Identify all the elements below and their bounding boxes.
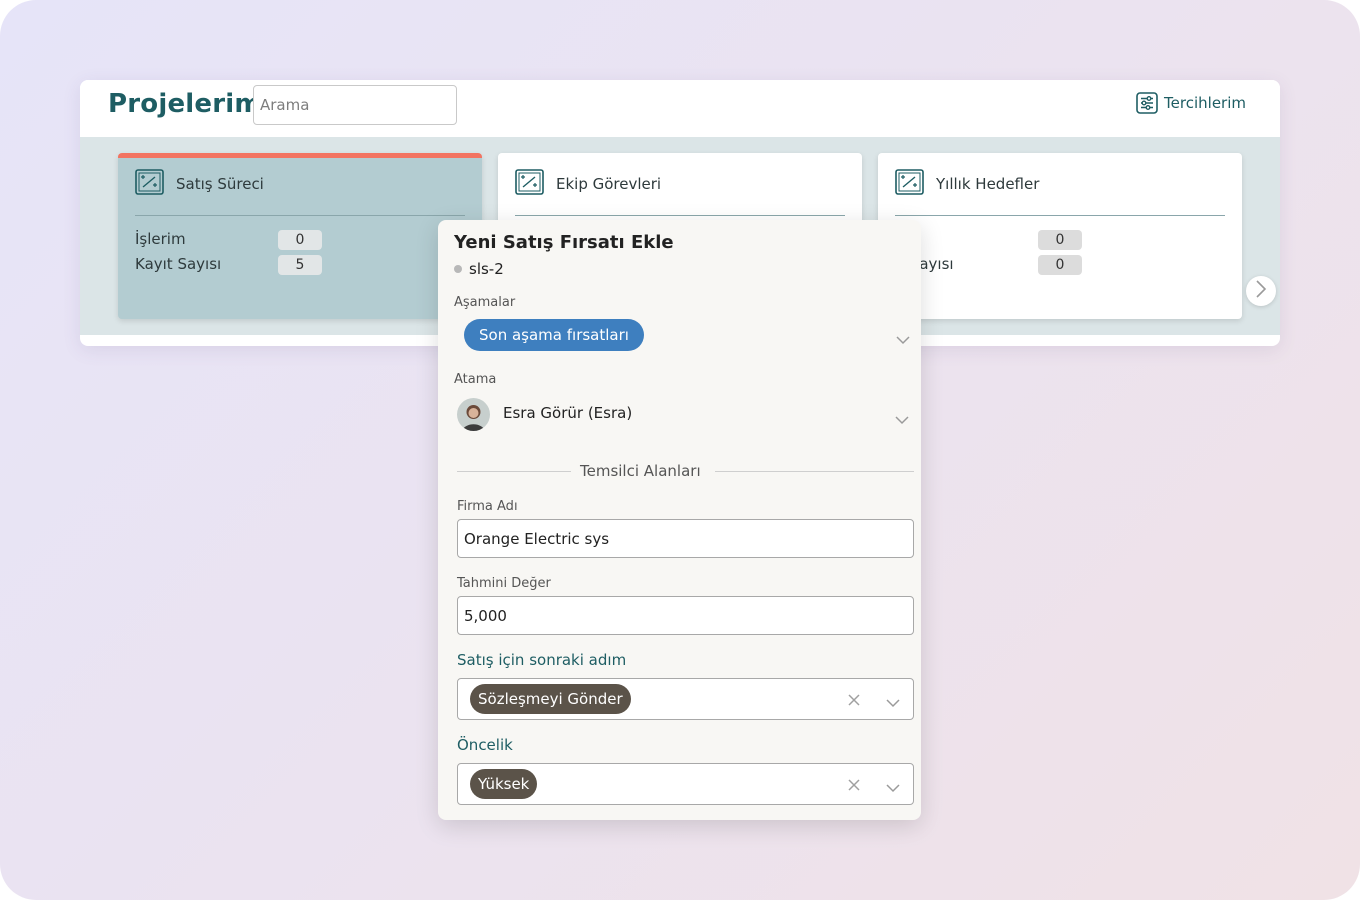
background-frame: Projelerim Tercihlerim [0, 0, 1360, 900]
chevron-down-icon[interactable] [886, 693, 900, 712]
search-input[interactable] [253, 85, 457, 125]
new-opportunity-popup: Yeni Satış Fırsatı Ekle sls-2 Aşamalar S… [438, 220, 921, 820]
stat-value: 0 [1038, 230, 1082, 250]
record-code-text: sls-2 [469, 260, 504, 278]
board-icon [135, 169, 164, 199]
priority-select[interactable]: Yüksek [457, 763, 914, 805]
card-stat-row: İşlerim 0 [135, 230, 325, 250]
project-card-satis-sureci[interactable]: Satış Süreci İşlerim 0 Kayıt Sayısı 5 [118, 153, 482, 319]
popup-title: Yeni Satış Fırsatı Ekle [454, 232, 674, 253]
stat-value: 0 [1038, 255, 1082, 275]
assignee-select-value[interactable]: Esra Görür (Esra) [503, 404, 632, 422]
app-header: Projelerim Tercihlerim [80, 80, 1280, 137]
company-name-input[interactable] [457, 519, 914, 558]
stat-value: 0 [278, 230, 322, 250]
board-icon [515, 169, 544, 199]
chevron-down-icon[interactable] [895, 410, 909, 429]
chevron-down-icon[interactable] [886, 778, 900, 797]
project-card-yillik-hedefler[interactable]: Yıllık Hedefler rim 0 ıt Sayısı 0 [878, 153, 1242, 319]
status-dot-icon [454, 265, 462, 273]
company-label: Firma Adı [457, 499, 518, 514]
card-title: Ekip Görevleri [556, 175, 662, 193]
card-title: Satış Süreci [176, 175, 264, 193]
clear-icon[interactable] [848, 691, 860, 710]
card-stat-row: ıt Sayısı 0 [895, 255, 1085, 275]
clear-icon[interactable] [848, 776, 860, 795]
next-step-select[interactable]: Sözleşmeyi Gönder [457, 678, 914, 720]
card-stat-row: Kayıt Sayısı 5 [135, 255, 325, 275]
stages-label: Aşamalar [454, 295, 516, 310]
card-title: Yıllık Hedefler [936, 175, 1040, 193]
card-stat-row: rim 0 [895, 230, 1085, 250]
next-page-button[interactable] [1246, 276, 1276, 306]
sliders-icon [1136, 92, 1158, 114]
avatar [457, 398, 490, 431]
priority-label: Öncelik [457, 736, 513, 754]
preferences-button[interactable]: Tercihlerim [1136, 91, 1246, 115]
stage-select-value[interactable]: Son aşama fırsatları [464, 319, 644, 351]
priority-tag: Yüksek [470, 769, 538, 799]
board-icon [895, 169, 924, 199]
stat-label: İşlerim [135, 230, 186, 248]
page-title: Projelerim [108, 89, 262, 119]
next-step-label: Satış için sonraki adım [457, 651, 627, 669]
next-step-tag: Sözleşmeyi Gönder [470, 684, 631, 714]
stat-label: Kayıt Sayısı [135, 255, 222, 273]
chevron-right-icon [1255, 279, 1267, 303]
estimated-value-input[interactable] [457, 596, 914, 635]
record-code: sls-2 [454, 260, 504, 278]
section-title: Temsilci Alanları [580, 462, 701, 480]
stat-value: 5 [278, 255, 322, 275]
chevron-down-icon[interactable] [896, 330, 910, 349]
assign-label: Atama [454, 372, 497, 387]
estimate-label: Tahmini Değer [457, 576, 551, 591]
preferences-label: Tercihlerim [1164, 94, 1246, 112]
